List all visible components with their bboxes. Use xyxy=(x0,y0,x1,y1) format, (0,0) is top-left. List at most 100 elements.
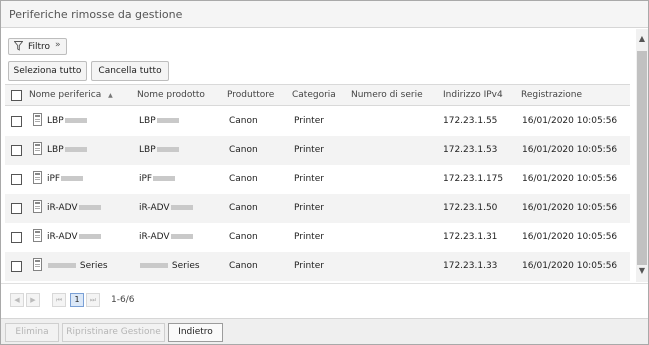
table-row[interactable]: Series Series Canon Printer 172.23.1.33 … xyxy=(5,252,630,281)
category: Printer xyxy=(294,232,324,242)
ipv4-address: 172.23.1.175 xyxy=(443,174,504,184)
restore-management-button[interactable]: Ripristinare Gestione xyxy=(62,323,165,342)
first-page-icon[interactable]: ⏮ xyxy=(52,293,66,307)
table-row[interactable]: LBP LBP Canon Printer 172.23.1.55 16/01/… xyxy=(5,107,630,136)
manufacturer: Canon xyxy=(229,261,258,271)
next-arrow-icon[interactable]: ▶ xyxy=(26,293,40,307)
row-checkbox[interactable] xyxy=(11,145,22,156)
row-checkbox[interactable] xyxy=(11,203,22,214)
registration-date: 16/01/2020 10:05:56 xyxy=(522,145,618,155)
column-header-nome-prodotto[interactable]: Nome prodotto xyxy=(137,90,205,100)
category: Printer xyxy=(294,261,324,271)
manufacturer: Canon xyxy=(229,232,258,242)
printer-device-icon xyxy=(33,200,42,213)
pagination-range: 1-6/6 xyxy=(111,295,135,305)
row-checkbox[interactable] xyxy=(11,232,22,243)
device-name: iR-ADV xyxy=(47,203,102,213)
ipv4-address: 172.23.1.33 xyxy=(443,261,498,271)
row-checkbox[interactable] xyxy=(11,261,22,272)
redacted-text xyxy=(64,118,87,123)
redacted-text xyxy=(48,263,76,268)
ipv4-address: 172.23.1.50 xyxy=(443,203,498,213)
column-header-numero-di-serie[interactable]: Numero di serie xyxy=(351,90,423,100)
manufacturer: Canon xyxy=(229,174,258,184)
registration-date: 16/01/2020 10:05:56 xyxy=(522,116,618,126)
redacted-text xyxy=(78,234,101,239)
device-name: iR-ADV xyxy=(47,232,102,242)
select-all-checkbox[interactable] xyxy=(11,90,22,101)
scroll-up-icon[interactable]: ▲ xyxy=(636,33,648,45)
filter-label: Filtro xyxy=(28,42,51,52)
scroll-down-icon[interactable]: ▼ xyxy=(636,265,648,277)
redacted-text xyxy=(140,263,168,268)
device-name: Series xyxy=(47,261,108,271)
ipv4-address: 172.23.1.53 xyxy=(443,145,498,155)
device-name: iPF xyxy=(47,174,84,184)
sort-ascending-icon: ▲ xyxy=(108,92,113,99)
table-row[interactable]: iR-ADV iR-ADV Canon Printer 172.23.1.50 … xyxy=(5,194,630,223)
product-name: iR-ADV xyxy=(139,232,194,242)
table-header: Nome periferica ▲ Nome prodotto Produtto… xyxy=(5,84,630,106)
redacted-text xyxy=(61,176,84,181)
table-row[interactable]: iPF iPF Canon Printer 172.23.1.175 16/01… xyxy=(5,165,630,194)
device-name: LBP xyxy=(47,116,88,126)
product-name: Series xyxy=(139,261,200,271)
dialog-content: Filtro » Seleziona tutto Cancella tutto … xyxy=(1,29,635,282)
printer-device-icon xyxy=(33,229,42,242)
pagination-bar: ◀ ▶ ⏮ 1 ⏭ 1-6/6 xyxy=(1,283,648,318)
table-row[interactable]: LBP LBP Canon Printer 172.23.1.53 16/01/… xyxy=(5,136,630,165)
redacted-text xyxy=(153,176,176,181)
redacted-text xyxy=(156,147,179,152)
registration-date: 16/01/2020 10:05:56 xyxy=(522,203,618,213)
manufacturer: Canon xyxy=(229,145,258,155)
redacted-text xyxy=(170,234,193,239)
filter-button[interactable]: Filtro » xyxy=(8,38,67,55)
device-name: LBP xyxy=(47,145,88,155)
dialog-footer: Elimina Ripristinare Gestione Indietro xyxy=(1,318,648,344)
select-all-button[interactable]: Seleziona tutto xyxy=(8,61,87,81)
column-header-produttore[interactable]: Produttore xyxy=(227,90,274,100)
printer-device-icon xyxy=(33,142,42,155)
manufacturer: Canon xyxy=(229,203,258,213)
redacted-text xyxy=(64,147,87,152)
redacted-text xyxy=(156,118,179,123)
registration-date: 16/01/2020 10:05:56 xyxy=(522,174,618,184)
dialog-title: Periferiche rimosse da gestione xyxy=(1,1,648,28)
funnel-icon xyxy=(13,41,24,54)
column-header-categoria[interactable]: Categoria xyxy=(292,90,336,100)
product-name: LBP xyxy=(139,116,180,126)
previous-arrow-icon[interactable]: ◀ xyxy=(10,293,24,307)
chevron-down-icon: » xyxy=(55,40,61,50)
registration-date: 16/01/2020 10:05:56 xyxy=(522,232,618,242)
printer-device-icon xyxy=(33,171,42,184)
category: Printer xyxy=(294,116,324,126)
product-name: LBP xyxy=(139,145,180,155)
column-header-registrazione[interactable]: Registrazione xyxy=(521,90,582,100)
table-row[interactable]: iR-ADV iR-ADV Canon Printer 172.23.1.31 … xyxy=(5,223,630,252)
registration-date: 16/01/2020 10:05:56 xyxy=(522,261,618,271)
ipv4-address: 172.23.1.55 xyxy=(443,116,498,126)
product-name: iPF xyxy=(139,174,176,184)
page-number-current[interactable]: 1 xyxy=(70,293,84,307)
row-checkbox[interactable] xyxy=(11,174,22,185)
category: Printer xyxy=(294,174,324,184)
printer-device-icon xyxy=(33,258,42,271)
category: Printer xyxy=(294,145,324,155)
vertical-scrollbar[interactable]: ▲ ▼ xyxy=(636,29,648,282)
product-name: iR-ADV xyxy=(139,203,194,213)
clear-all-button[interactable]: Cancella tutto xyxy=(91,61,169,81)
printer-device-icon xyxy=(33,113,42,126)
column-header-nome-periferica[interactable]: Nome periferica ▲ xyxy=(29,90,113,100)
last-page-icon[interactable]: ⏭ xyxy=(86,293,100,307)
column-label: Nome periferica xyxy=(29,90,102,100)
column-header-indirizzo-ipv4[interactable]: Indirizzo IPv4 xyxy=(443,90,503,100)
row-checkbox[interactable] xyxy=(11,116,22,127)
ipv4-address: 172.23.1.31 xyxy=(443,232,498,242)
redacted-text xyxy=(78,205,101,210)
back-button[interactable]: Indietro xyxy=(168,323,223,342)
scrollbar-thumb[interactable] xyxy=(637,51,647,265)
manufacturer: Canon xyxy=(229,116,258,126)
category: Printer xyxy=(294,203,324,213)
delete-button[interactable]: Elimina xyxy=(5,323,59,342)
redacted-text xyxy=(170,205,193,210)
